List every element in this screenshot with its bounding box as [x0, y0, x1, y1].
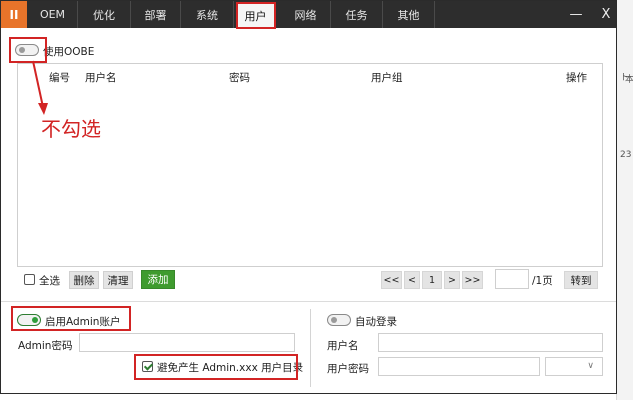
go-to-page-button[interactable]: 转到: [564, 271, 598, 289]
tab-oem[interactable]: OEM: [28, 1, 78, 28]
add-button[interactable]: 添加: [141, 270, 175, 289]
tab-other[interactable]: 其他: [383, 1, 435, 28]
prev-page-button[interactable]: <: [404, 271, 420, 289]
tab-system[interactable]: 系统: [181, 1, 234, 28]
clear-button[interactable]: 清理: [103, 271, 133, 289]
table-header: 编号 用户名 密码 用户组 操作: [18, 64, 602, 86]
column-username: 用户名: [85, 72, 117, 84]
vertical-divider: [310, 309, 311, 387]
select-all-checkbox[interactable]: [24, 274, 35, 285]
highlight-enable-admin: [11, 306, 131, 331]
section-divider: [1, 301, 616, 302]
next-page-button[interactable]: >: [444, 271, 460, 289]
admin-password-label: Admin密码: [18, 340, 73, 352]
toggle-knob: [331, 317, 337, 323]
tab-tasks[interactable]: 任务: [331, 1, 383, 28]
close-button[interactable]: X: [591, 1, 621, 28]
page-number-input[interactable]: [495, 269, 529, 289]
bg-glyph: 23: [620, 150, 632, 160]
total-pages-label: /1页: [532, 275, 553, 287]
column-password: 密码: [229, 72, 250, 84]
tab-deploy[interactable]: 部署: [131, 1, 181, 28]
tab-optimize[interactable]: 优化: [78, 1, 131, 28]
admin-password-input[interactable]: [79, 333, 295, 352]
tab-bar: II OEM 优化 部署 系统 用户 网络 任务 其他 — X: [1, 1, 616, 28]
oobe-label: 使用OOBE: [43, 46, 95, 58]
bg-glyph: 本: [625, 75, 633, 85]
column-actions: 操作: [566, 72, 587, 84]
app-logo: II: [1, 1, 27, 28]
delete-button[interactable]: 删除: [69, 271, 99, 289]
auto-login-password-label: 用户密码: [327, 363, 369, 375]
auto-login-toggle[interactable]: [327, 314, 351, 326]
first-page-button[interactable]: <<: [381, 271, 402, 289]
column-group: 用户组: [371, 72, 403, 84]
app-window: II OEM 优化 部署 系统 用户 网络 任务 其他 — X 使用OOBE 编…: [0, 0, 617, 394]
current-page-button[interactable]: 1: [422, 271, 442, 289]
annotation-text: 不勾选: [41, 117, 101, 141]
auto-login-label: 自动登录: [355, 316, 397, 328]
minimize-button[interactable]: —: [561, 1, 591, 28]
highlight-avoid-admin-dir: [134, 354, 298, 380]
last-page-button[interactable]: >>: [462, 271, 483, 289]
users-table: 编号 用户名 密码 用户组 操作: [17, 63, 603, 267]
background-window-edge: ト 本 23: [616, 0, 633, 400]
auto-login-select[interactable]: ∨: [545, 357, 603, 376]
select-all-label: 全选: [39, 275, 60, 287]
tab-network[interactable]: 网络: [281, 1, 331, 28]
highlight-user-tab: [236, 2, 276, 29]
annotation-arrow-icon: [32, 60, 48, 115]
auto-login-password-input[interactable]: [378, 357, 540, 376]
auto-login-username-label: 用户名: [327, 340, 359, 352]
auto-login-username-input[interactable]: [378, 333, 603, 352]
chevron-down-icon: ∨: [587, 361, 594, 371]
